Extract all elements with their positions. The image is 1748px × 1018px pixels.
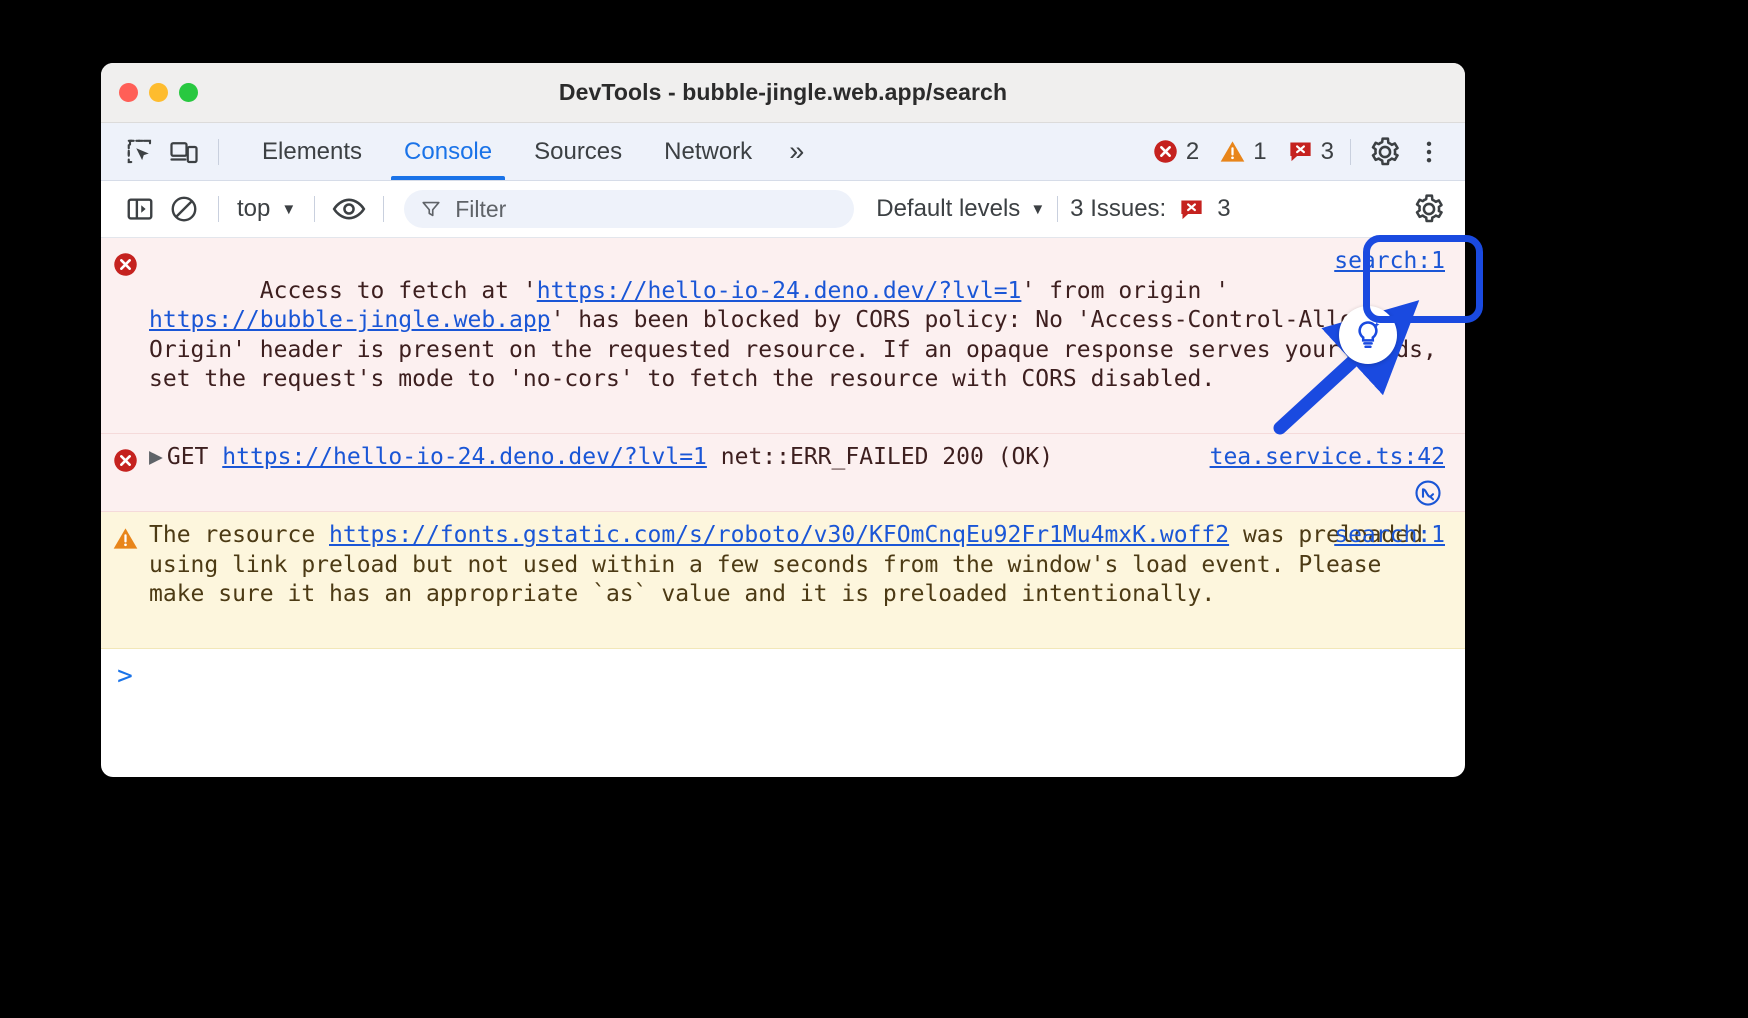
warning-triangle-icon-row3 <box>101 521 149 639</box>
console-prompt-row[interactable]: > <box>101 649 1465 691</box>
issues-count: 3 <box>1321 138 1334 166</box>
toolbar-divider-6 <box>1057 196 1058 222</box>
kebab-menu-icon[interactable] <box>1407 132 1451 172</box>
console-settings-group <box>1407 189 1465 229</box>
tab-sources[interactable]: Sources <box>513 123 643 180</box>
msg2-part-0: GET <box>167 444 222 470</box>
error-count: 2 <box>1186 138 1199 166</box>
msg1-link-origin-url[interactable]: https://bubble-jingle.web.app <box>149 307 551 333</box>
issues-summary[interactable]: 3 Issues: 3 <box>1070 195 1230 223</box>
msg2-part-2: net::ERR_FAILED 200 (OK) <box>707 444 1053 470</box>
console-sidebar-icon[interactable] <box>118 189 162 229</box>
log-levels-label: Default levels <box>876 195 1020 223</box>
toolbar-divider-3 <box>218 196 219 222</box>
console-settings-gear-icon[interactable] <box>1407 189 1451 229</box>
msg3-link-font-url[interactable]: https://fonts.gstatic.com/s/roboto/v30/K… <box>329 522 1229 548</box>
gear-icon[interactable] <box>1363 132 1407 172</box>
panel-tabs: Elements Console Sources Network » <box>241 123 817 180</box>
chevron-down-icon: ▼ <box>281 201 296 218</box>
tab-console[interactable]: Console <box>383 123 513 180</box>
msg2-source-link[interactable]: tea.service.ts:42 <box>1210 443 1445 473</box>
more-tabs-button[interactable]: » <box>773 123 817 180</box>
toolbar-divider-5 <box>383 196 384 222</box>
error-counter[interactable]: 2 <box>1152 138 1199 166</box>
prompt-caret-icon: > <box>101 661 149 691</box>
console-toolbar: top ▼ Default levels ▼ 3 Issues: <box>101 181 1465 238</box>
toolbar-divider-2 <box>1350 139 1351 165</box>
error-circle-icon-row2 <box>101 443 149 502</box>
ai-insights-button[interactable] <box>1339 306 1397 364</box>
error-circle-icon <box>1152 138 1179 165</box>
filter-funnel-icon <box>420 197 442 221</box>
execution-context-selector[interactable]: top ▼ <box>231 195 302 223</box>
tab-network[interactable]: Network <box>643 123 773 180</box>
tabbar-right-group: 2 1 3 <box>1152 123 1465 180</box>
issue-counters: 2 1 3 <box>1152 138 1334 166</box>
expand-triangle-icon[interactable]: ▶ <box>149 444 163 470</box>
chevron-down-icon-2: ▼ <box>1030 201 1045 218</box>
issue-bubble-icon-2 <box>1178 196 1205 223</box>
issue-bubble-icon <box>1287 138 1314 165</box>
toolbar-divider <box>218 139 219 165</box>
warning-triangle-icon <box>1219 138 1246 165</box>
log-levels-selector[interactable]: Default levels ▼ <box>876 195 1045 223</box>
toolbar-divider-4 <box>314 196 315 222</box>
msg1-link-request-url[interactable]: https://hello-io-24.deno.dev/?lvl=1 <box>537 278 1022 304</box>
window-title: DevTools - bubble-jingle.web.app/search <box>101 79 1465 106</box>
open-in-network-panel-icon[interactable] <box>1413 478 1443 508</box>
inspect-element-icon[interactable] <box>118 132 162 172</box>
msg1-part-0: Access to fetch at ' <box>260 278 537 304</box>
device-toolbar-icon[interactable] <box>162 132 206 172</box>
msg3-source-link[interactable]: search:1 <box>1334 521 1445 551</box>
filter-input[interactable] <box>455 196 838 223</box>
msg1-part-2: ' from origin ' <box>1021 278 1229 304</box>
issues-counter[interactable]: 3 <box>1287 138 1334 166</box>
msg3-part-0: The resource <box>149 522 329 548</box>
warning-count: 1 <box>1253 138 1266 166</box>
msg1-source-link[interactable]: search:1 <box>1334 247 1445 277</box>
window-titlebar: DevTools - bubble-jingle.web.app/search <box>101 63 1465 123</box>
filter-input-wrapper[interactable] <box>404 190 854 228</box>
warning-counter[interactable]: 1 <box>1219 138 1266 166</box>
console-message-warning-preload[interactable]: The resource https://fonts.gstatic.com/s… <box>101 512 1465 649</box>
console-message-text-3: The resource https://fonts.gstatic.com/s… <box>149 521 1465 639</box>
console-message-error-get[interactable]: ▶GET https://hello-io-24.deno.dev/?lvl=1… <box>101 434 1465 512</box>
execution-context-label: top <box>237 195 270 223</box>
ai-insights-lightbulb-icon <box>1352 319 1384 351</box>
devtools-tabbar: Elements Console Sources Network » 2 <box>101 123 1465 181</box>
issues-summary-count: 3 <box>1217 195 1230 223</box>
live-expression-icon[interactable] <box>327 189 371 229</box>
msg2-link-request-url[interactable]: https://hello-io-24.deno.dev/?lvl=1 <box>222 444 707 470</box>
clear-console-icon[interactable] <box>162 189 206 229</box>
tab-elements[interactable]: Elements <box>241 123 383 180</box>
error-circle-icon-row1 <box>101 247 149 424</box>
issues-summary-label: 3 Issues: <box>1070 195 1166 223</box>
